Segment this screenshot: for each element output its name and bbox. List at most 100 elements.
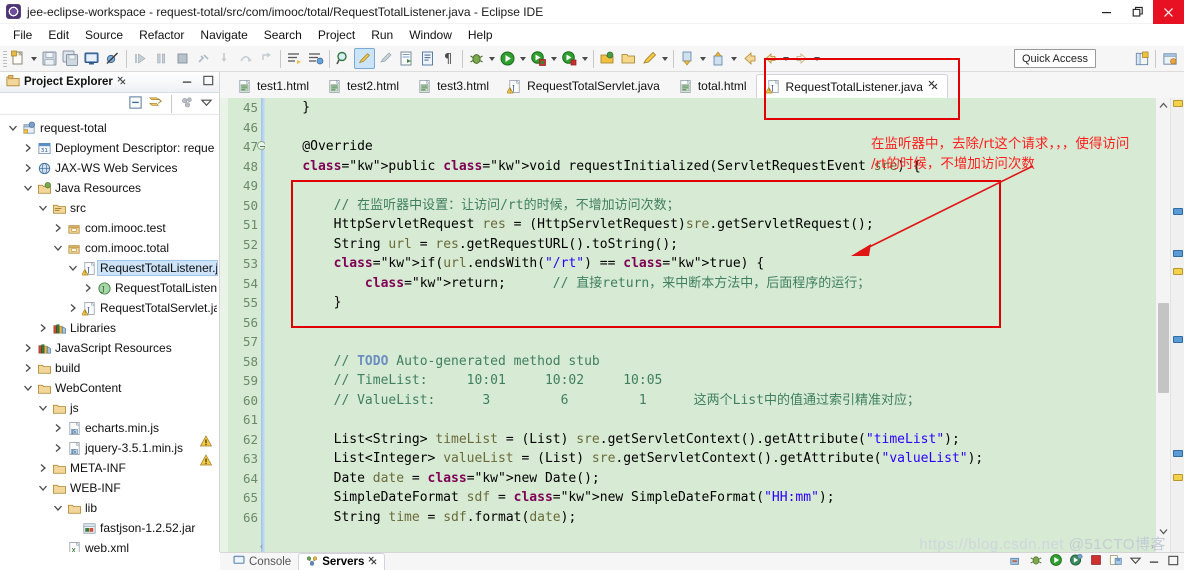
project-tree[interactable]: request-total 31 Deployment Descriptor: re… <box>0 115 219 552</box>
source-code[interactable]: } @Override class="kw">public class="kw"… <box>265 98 1155 552</box>
marker-icon[interactable] <box>375 48 396 69</box>
next-annotation-dropdown-icon[interactable] <box>729 49 739 69</box>
tree-item-echarts-min-js[interactable]: JS echarts.min.js <box>0 418 219 438</box>
tab-servers[interactable]: Servers <box>298 552 386 570</box>
back-alt-icon[interactable] <box>760 48 781 69</box>
editor-horizontal-scrollbar[interactable]: ‹ › <box>224 541 1154 552</box>
tree-item-src[interactable]: src <box>0 198 219 218</box>
search-icon[interactable] <box>333 48 354 69</box>
tree-item-jax-ws-web-services[interactable]: JAX-WS Web Services <box>0 158 219 178</box>
chevron-down-icon[interactable] <box>51 503 65 513</box>
coverage-icon[interactable] <box>528 48 549 69</box>
editor-tab-requesttotalservlet-java[interactable]: J! RequestTotalServlet.java <box>498 74 669 98</box>
tree-item-webcontent[interactable]: WebContent <box>0 378 219 398</box>
chevron-right-icon[interactable] <box>36 323 50 333</box>
project-explorer-tab[interactable]: Project Explorer <box>0 72 219 93</box>
resume-icon[interactable] <box>130 48 151 69</box>
code-editor[interactable]: 45 46 47 48 49 50 51 52 53 54 55 56 57 58 59 60 61 62 63 64… <box>199 98 1184 552</box>
editor-tab-test1-html[interactable]: test1.html <box>228 74 318 98</box>
new-wizard-icon[interactable] <box>8 48 29 69</box>
editor-tab-total-html[interactable]: total.html <box>669 74 756 98</box>
scroll-down-arrow-icon[interactable] <box>1159 524 1168 538</box>
ruler-marker-occurrence[interactable] <box>1173 336 1183 343</box>
editor-tab-bar[interactable]: test1.html test2.html test3.html J! RequestT… <box>220 72 1184 98</box>
step-into-icon[interactable] <box>214 48 235 69</box>
hscroll-left-arrow-icon[interactable]: ‹ <box>260 541 263 551</box>
menu-source[interactable]: Source <box>77 26 131 44</box>
chevron-down-icon[interactable] <box>51 243 65 253</box>
chevron-down-icon[interactable] <box>21 183 35 193</box>
open-task-icon[interactable] <box>305 48 326 69</box>
chevron-right-icon[interactable] <box>66 303 80 313</box>
profile-icon[interactable] <box>559 48 580 69</box>
forward-icon[interactable] <box>791 48 812 69</box>
menu-run[interactable]: Run <box>363 26 401 44</box>
chevron-down-icon[interactable] <box>66 263 80 273</box>
open-element-icon[interactable] <box>396 48 417 69</box>
tree-item-deployment-descriptor-reque[interactable]: 31 Deployment Descriptor: reque <box>0 138 219 158</box>
disconnect-icon[interactable] <box>193 48 214 69</box>
menu-help[interactable]: Help <box>460 26 501 44</box>
menu-search[interactable]: Search <box>256 26 310 44</box>
open-perspective-button[interactable] <box>1131 48 1152 69</box>
open-type-icon[interactable] <box>284 48 305 69</box>
link-with-editor-icon[interactable] <box>148 95 163 113</box>
profile-dropdown-icon[interactable] <box>580 49 590 69</box>
debug-dropdown-icon[interactable] <box>487 49 497 69</box>
editor-tab-test3-html[interactable]: test3.html <box>408 74 498 98</box>
open-perspective-icon[interactable] <box>597 48 618 69</box>
chevron-right-icon[interactable] <box>51 443 65 453</box>
scroll-up-arrow-icon[interactable] <box>1159 98 1168 112</box>
menu-project[interactable]: Project <box>310 26 363 44</box>
ruler-marker-occurrence[interactable] <box>1173 208 1183 215</box>
menu-navigate[interactable]: Navigate <box>192 26 255 44</box>
folding-column[interactable] <box>220 98 228 552</box>
chevron-right-icon[interactable] <box>51 423 65 433</box>
console-icon[interactable] <box>81 48 102 69</box>
pilcrow-icon[interactable]: ¶ <box>438 48 459 69</box>
editor-vertical-scrollbar[interactable] <box>1155 98 1170 552</box>
overview-ruler[interactable] <box>1170 98 1184 552</box>
publish-icon[interactable] <box>1109 553 1123 570</box>
save-all-icon[interactable] <box>60 48 81 69</box>
ruler-marker-occurrence[interactable] <box>1173 450 1183 457</box>
run-dropdown-icon[interactable] <box>518 49 528 69</box>
warning-marker-icon[interactable] <box>199 433 213 453</box>
step-return-icon[interactable] <box>256 48 277 69</box>
terminate-icon[interactable] <box>1009 553 1023 570</box>
profile-icon[interactable] <box>1069 553 1083 570</box>
stop-icon[interactable] <box>1089 553 1103 570</box>
menu-window[interactable]: Window <box>401 26 460 44</box>
chevron-down-icon[interactable] <box>36 483 50 493</box>
restore-button[interactable] <box>1122 0 1153 24</box>
chevron-right-icon[interactable] <box>51 223 65 233</box>
ruler-marker-warning[interactable] <box>1173 268 1183 275</box>
tree-item-meta-inf[interactable]: META-INF <box>0 458 219 478</box>
annotate-icon[interactable] <box>354 48 375 69</box>
tree-item-libraries[interactable]: Libraries <box>0 318 219 338</box>
collapse-all-icon[interactable] <box>128 95 143 113</box>
chevron-down-icon[interactable] <box>36 403 50 413</box>
chevron-right-icon[interactable] <box>21 143 35 153</box>
chevron-right-icon[interactable] <box>21 163 35 173</box>
forward-dropdown-icon[interactable] <box>812 49 822 69</box>
editor-tab-test2-html[interactable]: test2.html <box>318 74 408 98</box>
tree-item-requesttotalservlet-ja[interactable]: J! RequestTotalServlet.ja <box>0 298 219 318</box>
tree-item-com-imooc-total[interactable]: com.imooc.total <box>0 238 219 258</box>
tree-item-javascript-resources[interactable]: JavaScript Resources <box>0 338 219 358</box>
chevron-right-icon[interactable] <box>81 283 95 293</box>
minimize-view-icon[interactable] <box>181 74 194 90</box>
toolbar-grip[interactable] <box>3 50 7 67</box>
step-over-icon[interactable] <box>235 48 256 69</box>
edit-dropdown-icon[interactable] <box>660 49 670 69</box>
suspend-icon[interactable] <box>151 48 172 69</box>
previous-annotation-icon[interactable] <box>677 48 698 69</box>
tree-item-web-xml[interactable]: x web.xml <box>0 538 219 552</box>
menu-refactor[interactable]: Refactor <box>131 26 192 44</box>
chevron-right-icon[interactable] <box>21 363 35 373</box>
tab-servers-close-icon[interactable] <box>368 556 377 568</box>
project-explorer-close-icon[interactable] <box>117 76 126 88</box>
chevron-down-icon[interactable] <box>6 123 20 133</box>
project-explorer-tab-inner[interactable]: Project Explorer <box>0 72 130 93</box>
back-dropdown-icon[interactable] <box>781 49 791 69</box>
